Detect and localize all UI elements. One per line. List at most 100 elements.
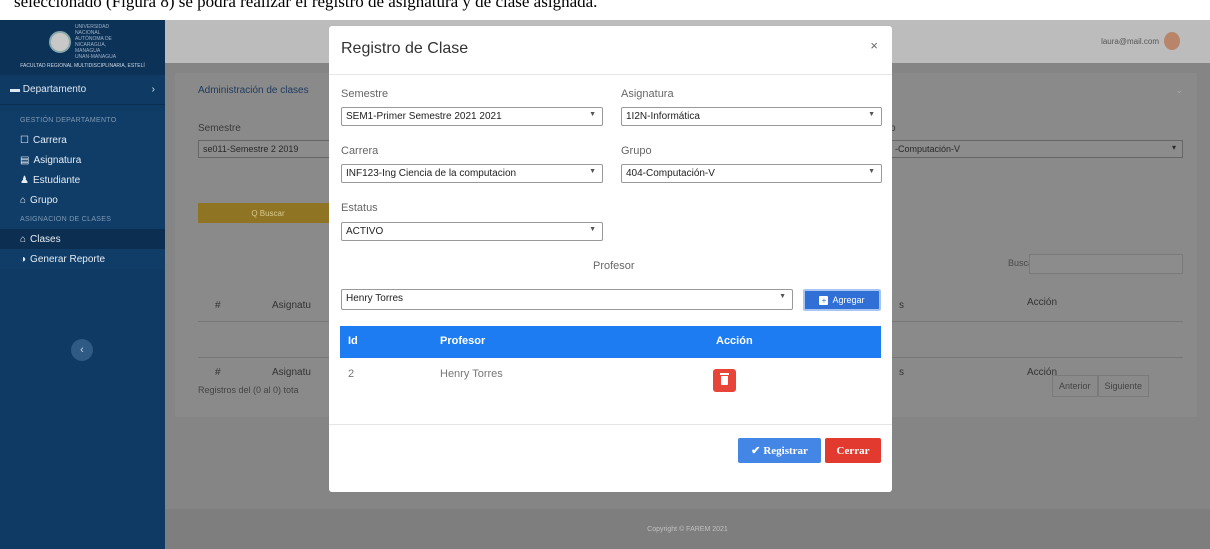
sidebar-item-grupo[interactable]: ⌂ Grupo xyxy=(0,190,165,210)
caret-down-icon: ▼ xyxy=(779,293,786,300)
bookmark-icon: ☐ xyxy=(20,134,29,146)
modal-footer-divider xyxy=(329,424,892,425)
pager-previous-button[interactable]: Anterior xyxy=(1052,375,1098,397)
department-menu-toggle[interactable]: ▬ Departamento › xyxy=(0,75,165,105)
grupo-select[interactable]: 404-Computación-V ▼ xyxy=(621,164,882,183)
asignatura-select-value: 1I2N-Informática xyxy=(626,111,700,122)
sidebar-item-label: Clases xyxy=(30,233,61,245)
column-header-profesor: Profesor xyxy=(440,335,486,347)
agregar-label: Agregar xyxy=(832,295,865,305)
cell-profesor: Henry Torres xyxy=(440,368,503,380)
pie-chart-icon: ◑ xyxy=(20,253,27,265)
document-caption: seleccionado (Figura 8) se podrá realiza… xyxy=(14,0,598,11)
profesor-label: Profesor xyxy=(593,260,635,272)
search-input[interactable] xyxy=(1029,254,1183,274)
chevron-left-icon: ‹ xyxy=(80,344,84,356)
trash-icon xyxy=(720,373,729,385)
university-name-line: UNAN-MANAGUA xyxy=(74,54,117,60)
carrera-label: Carrera xyxy=(341,145,379,157)
chevron-right-icon: › xyxy=(151,84,155,95)
registro-clase-modal: Registro de Clase × Semestre SEM1-Primer… xyxy=(329,26,892,492)
sidebar-item-carrera[interactable]: ☐ Carrera xyxy=(0,130,165,150)
caret-down-icon: ▼ xyxy=(589,226,596,233)
grupo-select[interactable]: -Computación-V ▾ xyxy=(890,140,1183,158)
sidebar-item-label: Grupo xyxy=(30,194,58,206)
column-header-asignatura: Asignatu xyxy=(272,300,311,311)
sidebar-item-label: Asignatura xyxy=(33,154,82,166)
asignatura-select[interactable]: 1I2N-Informática ▼ xyxy=(621,107,882,126)
sidebar-item-clases[interactable]: ⌂ Clases xyxy=(0,229,165,249)
estatus-select[interactable]: ACTIVO ▼ xyxy=(341,222,603,241)
semestre-select[interactable]: se011-Semestre 2 2019 xyxy=(198,140,338,158)
sidebar-item-estudiante[interactable]: ♟ Estudiante xyxy=(0,170,165,190)
menu-header-asignacion: ASIGNACION DE CLASES xyxy=(20,216,112,223)
caret-down-icon: ▼ xyxy=(868,168,875,175)
agregar-button[interactable]: + Agregar xyxy=(803,289,881,311)
modal-title: Registro de Clase xyxy=(341,40,469,57)
panel-title: Administración de clases xyxy=(198,85,309,96)
caret-down-icon: ▼ xyxy=(868,111,875,118)
semestre-select[interactable]: SEM1-Primer Semestre 2021 2021 ▼ xyxy=(341,107,603,126)
university-logo: UNIVERSIDAD NACIONAL AUTÓNOMA DE NICARAG… xyxy=(0,20,165,75)
profesor-select-value: Henry Torres xyxy=(346,293,404,304)
caret-down-icon: ▾ xyxy=(1171,143,1176,152)
footer-header-asignatura: Asignatu xyxy=(272,367,311,378)
faculty-name: FACULTAD REGIONAL MULTIDISCIPLINARIA, ES… xyxy=(20,63,145,69)
column-header-fragment: s xyxy=(899,300,904,311)
pagination: Anterior Siguiente xyxy=(1052,375,1150,397)
column-header-num: # xyxy=(215,300,221,311)
caret-down-icon: ▼ xyxy=(589,111,596,118)
sidebar-item-label: Generar Reporte xyxy=(30,253,106,265)
avatar xyxy=(1164,32,1180,50)
institution-icon: ⌂ xyxy=(20,233,27,245)
sidebar-collapse-button[interactable]: ‹ xyxy=(71,339,93,361)
cerrar-button[interactable]: Cerrar xyxy=(825,438,881,463)
chevron-down-icon[interactable]: ⌄ xyxy=(1175,85,1183,96)
university-seal-icon xyxy=(48,31,71,53)
column-header-accion: Acción xyxy=(716,335,753,347)
sidebar-item-label: Estudiante xyxy=(32,174,81,186)
grupo-select-value: -Computación-V xyxy=(895,144,961,154)
cell-id: 2 xyxy=(348,368,355,380)
carrera-select-value: INF123-Ing Ciencia de la computacion xyxy=(346,168,517,179)
asignatura-label: Asignatura xyxy=(621,88,674,100)
pager-next-button[interactable]: Siguiente xyxy=(1097,375,1150,397)
buscar-button[interactable]: Q Buscar xyxy=(198,203,338,223)
registrar-label: Registrar xyxy=(763,444,808,457)
app-window: UNIVERSIDAD NACIONAL AUTÓNOMA DE NICARAG… xyxy=(0,20,1210,549)
book-icon: ▤ xyxy=(20,154,30,166)
grupo-select-value: 404-Computación-V xyxy=(626,168,715,179)
profesor-select[interactable]: Henry Torres ▼ xyxy=(341,289,793,310)
menu-header-gestion: GESTIÓN DEPARTAMENTO xyxy=(20,117,117,124)
column-header-accion: Acción xyxy=(1027,297,1058,308)
sidebar-item-asignatura[interactable]: ▤ Asignatura xyxy=(0,150,165,170)
user-icon: ♟ xyxy=(20,174,29,186)
folder-icon: ▬ xyxy=(10,84,23,95)
footer-header-num: # xyxy=(215,367,221,378)
sidebar-item-generar-reporte[interactable]: ◑ Generar Reporte xyxy=(0,249,165,269)
semestre-select-value: SEM1-Primer Semestre 2021 2021 xyxy=(346,111,502,122)
close-icon[interactable]: × xyxy=(870,38,878,53)
column-header-id: Id xyxy=(348,335,358,347)
delete-button[interactable] xyxy=(713,369,736,392)
grupo-label: Grupo xyxy=(621,145,652,157)
semestre-label: Semestre xyxy=(341,88,389,100)
registrar-button[interactable]: ✔ Registrar xyxy=(738,438,821,463)
profesor-table-header: Id Profesor Acción xyxy=(340,326,881,358)
records-info: Registros del (0 al 0) tota xyxy=(198,385,299,395)
user-menu[interactable]: laura@mail.com xyxy=(1101,32,1180,50)
estatus-select-value: ACTIVO xyxy=(346,226,384,237)
carrera-select[interactable]: INF123-Ing Ciencia de la computacion ▼ xyxy=(341,164,603,183)
page-footer: Copyright © FAREM 2021 xyxy=(165,509,1210,549)
estatus-label: Estatus xyxy=(341,202,378,214)
modal-header-divider xyxy=(329,74,892,75)
user-email: laura@mail.com xyxy=(1101,36,1159,46)
plus-icon: + xyxy=(819,295,829,305)
check-icon: ✔ xyxy=(751,445,761,457)
caret-down-icon: ▼ xyxy=(589,168,596,175)
sidebar: UNIVERSIDAD NACIONAL AUTÓNOMA DE NICARAG… xyxy=(0,20,165,549)
semestre-label: Semestre xyxy=(198,123,241,134)
department-label: Departamento xyxy=(22,84,87,95)
sidebar-item-label: Carrera xyxy=(32,134,67,146)
group-icon: ⌂ xyxy=(20,194,27,206)
